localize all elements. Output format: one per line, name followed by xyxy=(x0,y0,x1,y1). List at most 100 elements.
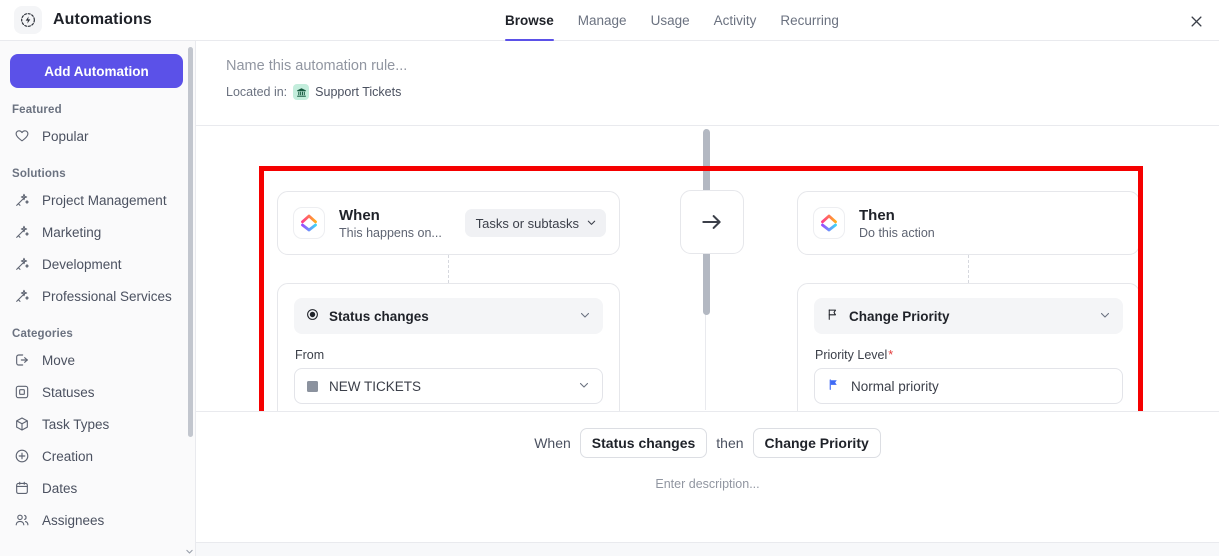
sidebar-item-assignees[interactable]: Assignees xyxy=(0,504,195,536)
plus-circle-icon xyxy=(13,448,30,465)
trigger-type-select[interactable]: Status changes xyxy=(294,298,603,334)
action-type-select[interactable]: Change Priority xyxy=(814,298,1123,334)
sidebar-item-label: Statuses xyxy=(42,384,95,400)
scope-select[interactable]: Tasks or subtasks xyxy=(464,209,606,237)
magic-wand-icon xyxy=(13,288,30,305)
when-subtitle: This happens on... xyxy=(339,225,442,240)
sidebar-item-label: Move xyxy=(42,352,76,368)
then-column: Then Do this action Change Priority Prio… xyxy=(797,191,1140,411)
summary-when-word: When xyxy=(534,435,571,451)
chevron-down-icon xyxy=(578,379,590,394)
when-column: When This happens on... Tasks or subtask… xyxy=(277,191,620,411)
required-asterisk: * xyxy=(888,348,894,362)
square-in-square-icon xyxy=(13,384,30,401)
calendar-icon xyxy=(13,480,30,497)
sidebar-item-popular[interactable]: Popular xyxy=(0,120,195,152)
sidebar-item-project-management[interactable]: Project Management xyxy=(0,184,195,216)
magic-wand-icon xyxy=(13,192,30,209)
when-body-card: Status changes From NEW TICKETS xyxy=(277,283,620,411)
rule-name-input[interactable]: Name this automation rule... xyxy=(226,58,1219,74)
when-connector-dash xyxy=(448,255,449,283)
when-card-text: When This happens on... xyxy=(339,207,442,240)
then-card-text: Then Do this action xyxy=(859,207,935,240)
sidebar-item-label: Development xyxy=(42,256,122,272)
located-in-label: Located in: xyxy=(226,85,288,99)
sidebar-item-statuses[interactable]: Statuses xyxy=(0,376,195,408)
when-card[interactable]: When This happens on... Tasks or subtask… xyxy=(277,191,620,255)
priority-value-text: Normal priority xyxy=(851,378,939,394)
automations-window: Automations Browse Manage Usage Activity… xyxy=(0,0,1219,556)
sidebar-item-development[interactable]: Development xyxy=(0,248,195,280)
add-automation-button[interactable]: Add Automation xyxy=(10,54,183,88)
then-subtitle: Do this action xyxy=(859,225,935,240)
sidebar-item-move[interactable]: Move xyxy=(0,344,195,376)
rule-summary: When Status changes then Change Priority… xyxy=(196,412,1219,512)
rule-canvas: When This happens on... Tasks or subtask… xyxy=(196,125,1219,412)
summary-row: When Status changes then Change Priority xyxy=(196,412,1219,458)
sidebar-item-marketing[interactable]: Marketing xyxy=(0,216,195,248)
summary-trigger-chip[interactable]: Status changes xyxy=(579,428,708,458)
sidebar-item-professional-services[interactable]: Professional Services xyxy=(0,280,195,312)
top-tabs: Browse Manage Usage Activity Recurring xyxy=(505,0,839,41)
sidebar-item-dates[interactable]: Dates xyxy=(0,472,195,504)
from-status-value: NEW TICKETS xyxy=(329,378,422,394)
from-label: From xyxy=(295,348,325,362)
sidebar-group-solutions-title: Solutions xyxy=(12,168,66,180)
trigger-type-label: Status changes xyxy=(329,308,429,324)
action-type-label: Change Priority xyxy=(849,308,950,324)
app-header: Automations Browse Manage Usage Activity… xyxy=(0,0,1219,41)
lightning-bolt-icon xyxy=(14,6,42,34)
brand: Automations xyxy=(0,6,152,34)
sidebar-item-label: Project Management xyxy=(42,192,167,208)
sidebar-item-task-types[interactable]: Task Types xyxy=(0,408,195,440)
flag-filled-icon xyxy=(827,378,840,394)
sidebar: Add Automation Featured Popular Solution… xyxy=(0,41,196,556)
sidebar-group-categories-title: Categories xyxy=(12,328,73,340)
when-title: When xyxy=(339,206,380,224)
sidebar-item-label: Creation xyxy=(42,448,94,464)
chevron-down-icon[interactable] xyxy=(185,543,194,554)
tab-manage[interactable]: Manage xyxy=(578,0,627,41)
then-card[interactable]: Then Do this action xyxy=(797,191,1140,255)
close-icon[interactable] xyxy=(1182,7,1210,35)
clickup-logo-icon xyxy=(293,207,325,239)
sidebar-item-label: Task Types xyxy=(42,416,110,432)
footer-bar: Create xyxy=(196,542,1219,556)
priority-level-text: Priority Level xyxy=(815,348,888,362)
summary-then-word: then xyxy=(716,435,744,451)
magic-wand-icon xyxy=(13,256,30,273)
tab-activity[interactable]: Activity xyxy=(714,0,757,41)
summary-action-chip[interactable]: Change Priority xyxy=(752,428,881,458)
chevron-down-icon xyxy=(579,309,591,324)
description-input[interactable]: Enter description... xyxy=(196,477,1219,491)
flag-outline-icon xyxy=(826,308,839,324)
priority-value-select[interactable]: Normal priority xyxy=(814,368,1123,404)
sidebar-scrollbar[interactable] xyxy=(188,47,193,437)
sidebar-item-label: Marketing xyxy=(42,224,102,240)
bank-building-icon xyxy=(293,84,310,100)
cube-icon xyxy=(13,416,30,433)
rule-location: Located in: Support Tickets xyxy=(226,84,1219,100)
sidebar-item-creation[interactable]: Creation xyxy=(0,440,195,472)
arrow-right-icon[interactable] xyxy=(680,190,744,254)
chevron-down-icon xyxy=(586,216,597,231)
radio-filled-icon xyxy=(306,308,319,324)
then-body-card: Change Priority Priority Level* Normal p… xyxy=(797,283,1140,411)
tab-recurring[interactable]: Recurring xyxy=(780,0,839,41)
location-name[interactable]: Support Tickets xyxy=(315,85,401,99)
rule-header: Name this automation rule... Located in:… xyxy=(196,41,1219,100)
heart-icon xyxy=(13,128,30,145)
tab-browse[interactable]: Browse xyxy=(505,0,554,41)
tab-usage[interactable]: Usage xyxy=(651,0,690,41)
sidebar-item-label: Professional Services xyxy=(42,288,172,304)
people-icon xyxy=(13,512,30,529)
from-status-select[interactable]: NEW TICKETS xyxy=(294,368,603,404)
priority-level-label: Priority Level* xyxy=(815,348,1123,362)
page-title: Automations xyxy=(53,11,152,28)
then-connector-dash xyxy=(968,255,969,283)
sidebar-group-featured-title: Featured xyxy=(12,104,62,116)
then-title: Then xyxy=(859,206,895,224)
main-panel: Name this automation rule... Located in:… xyxy=(196,41,1219,556)
scope-select-value: Tasks or subtasks xyxy=(475,215,579,231)
chevron-down-icon xyxy=(1099,309,1111,324)
